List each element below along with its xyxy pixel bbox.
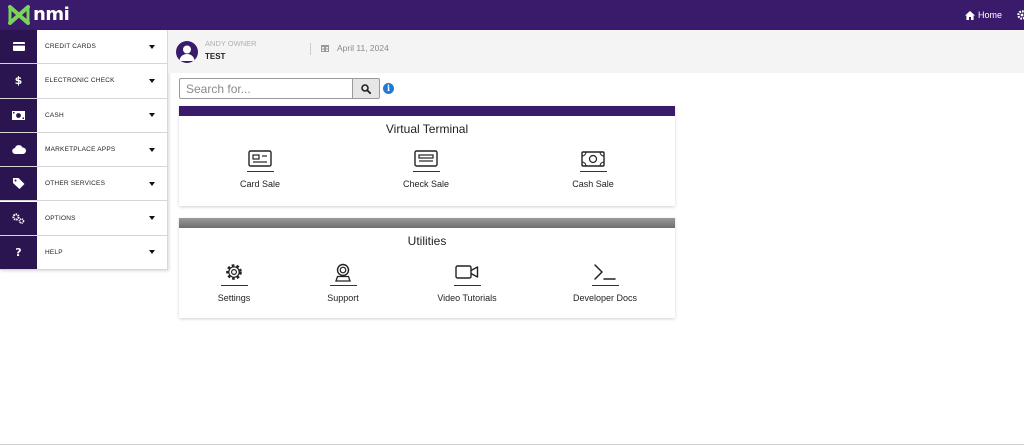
panel-header-bar <box>179 218 675 228</box>
tags-icon <box>0 167 37 201</box>
user-name: ANDY OWNER <box>205 39 257 48</box>
sidebar-item-help[interactable]: ? HELP <box>0 235 168 271</box>
tile-label: Video Tutorials <box>437 293 497 303</box>
question-icon: ? <box>0 235 37 270</box>
cash-sale-icon <box>581 151 605 167</box>
page-bottom-divider <box>0 444 1024 445</box>
terminal-icon <box>594 264 616 280</box>
logo-text: nmi <box>33 4 70 25</box>
tile-label: Settings <box>217 293 251 303</box>
sidebar-item-options[interactable]: OPTIONS <box>0 201 168 236</box>
calendar-icon <box>321 45 329 52</box>
nmi-logo-mark-icon <box>8 5 30 25</box>
tile-underline <box>246 171 274 172</box>
sidebar: CREDIT CARDS $ ELECTRONIC CHECK CASH MAR… <box>0 30 168 271</box>
credit-card-icon <box>0 30 37 64</box>
tile-label: Check Sale <box>402 179 450 189</box>
check-sale-tile[interactable]: Check Sale <box>371 150 481 189</box>
panel-title: Utilities <box>407 234 447 248</box>
avatar[interactable] <box>176 41 198 63</box>
search-input[interactable] <box>179 78 353 99</box>
sidebar-item-label: CASH <box>45 111 64 119</box>
header-divider <box>310 43 311 55</box>
search-button[interactable] <box>352 78 380 99</box>
chevron-down-icon <box>149 44 155 49</box>
tile-underline <box>329 285 357 286</box>
home-link[interactable]: Home <box>965 8 1002 22</box>
video-icon <box>455 265 479 279</box>
tile-label: Support <box>327 293 359 303</box>
tile-underline <box>591 285 619 286</box>
sidebar-item-label: OPTIONS <box>45 214 76 222</box>
current-date: April 11, 2024 <box>321 43 389 53</box>
sidebar-item-marketplace-apps[interactable]: MARKETPLACE APPS <box>0 132 168 168</box>
panel-header-bar <box>179 106 675 116</box>
utilities-panel: Utilities Settings Support Video Tutoria… <box>179 218 675 318</box>
dollar-icon: $ <box>0 64 37 98</box>
cloud-icon <box>0 132 37 167</box>
sidebar-item-cash[interactable]: CASH <box>0 98 168 133</box>
tile-label: Cash Sale <box>572 179 614 189</box>
sidebar-item-label: CREDIT CARDS <box>45 43 97 51</box>
sidebar-item-label: MARKETPLACE APPS <box>45 146 116 154</box>
virtual-terminal-panel: Virtual Terminal Card Sale Check Sale Ca… <box>179 106 675 206</box>
chevron-down-icon <box>149 181 155 186</box>
gear-icon[interactable] <box>1016 9 1024 21</box>
nmi-logo[interactable]: nmi <box>8 4 70 26</box>
check-sale-icon <box>414 150 438 167</box>
date-text: April 11, 2024 <box>337 43 389 53</box>
account-name: TEST <box>205 52 226 61</box>
cogs-icon <box>0 201 37 235</box>
sidebar-item-label: OTHER SERVICES <box>45 180 106 188</box>
support-icon <box>335 263 351 282</box>
support-tile[interactable]: Support <box>288 262 398 303</box>
chevron-down-icon <box>149 78 155 83</box>
home-icon <box>965 10 975 20</box>
sidebar-item-electronic-check[interactable]: $ ELECTRONIC CHECK <box>0 64 168 99</box>
cash-icon <box>0 98 37 132</box>
info-icon[interactable]: i <box>383 83 394 94</box>
search-icon <box>361 83 371 94</box>
card-sale-tile[interactable]: Card Sale <box>205 150 315 189</box>
tile-underline <box>453 285 481 286</box>
card-sale-icon <box>248 150 272 167</box>
tile-underline <box>220 285 248 286</box>
panel-title: Virtual Terminal <box>385 122 469 136</box>
developer-docs-tile[interactable]: Developer Docs <box>550 262 660 303</box>
tile-label: Card Sale <box>239 179 281 189</box>
cash-sale-tile[interactable]: Cash Sale <box>538 150 648 189</box>
chevron-down-icon <box>149 250 155 255</box>
chevron-down-icon <box>149 113 155 118</box>
tile-underline <box>412 171 440 172</box>
settings-icon <box>226 264 242 280</box>
sidebar-item-label: HELP <box>45 248 63 256</box>
chevron-down-icon <box>149 147 155 152</box>
account-header: ANDY OWNER TEST April 11, 2024 <box>168 30 1024 73</box>
tile-label: Developer Docs <box>572 293 638 303</box>
top-bar: nmi Home <box>0 0 1024 30</box>
home-label: Home <box>978 10 1003 20</box>
sidebar-item-other-services[interactable]: OTHER SERVICES <box>0 167 168 202</box>
video-tutorials-tile[interactable]: Video Tutorials <box>412 262 522 303</box>
sidebar-item-label: ELECTRONIC CHECK <box>45 77 115 85</box>
user-icon <box>179 45 195 61</box>
chevron-down-icon <box>149 216 155 221</box>
tile-underline <box>579 171 607 172</box>
settings-tile[interactable]: Settings <box>179 262 289 303</box>
sidebar-item-credit-cards[interactable]: CREDIT CARDS <box>0 30 168 65</box>
